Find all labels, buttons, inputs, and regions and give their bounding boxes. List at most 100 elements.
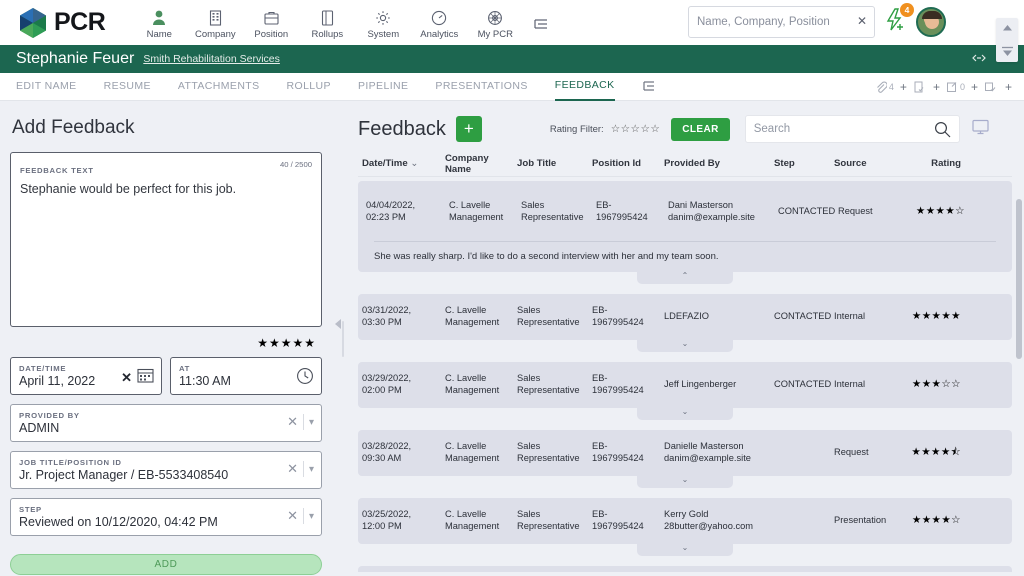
nav-item-analytics[interactable]: Analytics — [411, 5, 467, 40]
column-header-provided-by[interactable]: Provided By — [664, 158, 774, 169]
scroll-stepper-control[interactable] — [996, 18, 1018, 62]
expand-row-toggle[interactable]: ⌄ — [637, 340, 733, 352]
nav-label: Position — [254, 29, 289, 40]
briefcase-icon — [264, 8, 279, 27]
table-row[interactable]: 03/29/2022, 02:00 PM C. Lavelle Manageme… — [358, 362, 1012, 420]
nav-item-my-pcr[interactable]: My PCR — [467, 5, 523, 40]
hamburger-list-icon[interactable] — [523, 12, 559, 34]
collapse-row-toggle[interactable]: ⌃ — [637, 272, 733, 284]
feedback-row-expanded[interactable]: 04/04/2022, 02:23 PM C. Lavelle Manageme… — [358, 181, 1012, 272]
chevron-down-icon[interactable]: ⌄ — [682, 408, 689, 416]
table-row[interactable]: 03/31/2022, 03:30 PM C. Lavelle Manageme… — [358, 294, 1012, 352]
step-field[interactable]: STEP Reviewed on 10/12/2020, 04:42 PM ✕ … — [10, 498, 322, 536]
feedback-text-input[interactable]: FEEDBACK TEXT 40 / 2500 Stephanie would … — [10, 152, 322, 327]
primary-nav: Name Company Position Rollups System Ana… — [131, 5, 559, 40]
chevron-down-icon[interactable]: ▾ — [309, 417, 314, 428]
stepper-up-icon[interactable] — [1001, 24, 1014, 35]
clear-x-icon[interactable]: ✕ — [121, 370, 132, 386]
tab-attachments[interactable]: ATTACHMENTS — [178, 73, 260, 101]
attachment-counter[interactable]: 4 + — [875, 80, 907, 94]
job-title-position-field[interactable]: JOB TITLE/POSITION ID Jr. Project Manage… — [10, 451, 322, 489]
column-header-source[interactable]: Source — [834, 158, 899, 169]
expand-row-toggle[interactable]: ⌄ — [637, 544, 733, 556]
table-row[interactable]: 04/04/2022, 02:23 PM C. Lavelle Manageme… — [358, 181, 1012, 284]
table-row[interactable]: 03/25/2022, 12:00 PM C. Lavelle Manageme… — [358, 498, 1012, 556]
column-header-step[interactable]: Step — [774, 158, 834, 169]
nav-item-name[interactable]: Name — [131, 5, 187, 40]
panel-divider[interactable] — [332, 101, 354, 576]
chevron-down-icon[interactable]: ▾ — [309, 464, 314, 475]
clear-x-icon[interactable]: ✕ — [857, 14, 867, 28]
chevron-down-icon[interactable]: ⌄ — [682, 476, 689, 484]
tab-edit-name[interactable]: EDIT NAME — [16, 73, 77, 101]
feedback-search-input[interactable]: Search — [744, 115, 960, 143]
table-row[interactable]: 03/28/2022, 09:30 AM C. Lavelle Manageme… — [358, 430, 1012, 488]
nav-item-system[interactable]: System — [355, 5, 411, 40]
monitor-icon[interactable] — [972, 119, 989, 140]
time-field[interactable]: AT 11:30 AM — [170, 357, 322, 395]
provided-by-field[interactable]: PROVIDED BY ADMIN ✕ ▾ — [10, 404, 322, 442]
column-header-rating[interactable]: Rating — [899, 158, 961, 169]
tab-feedback[interactable]: FEEDBACK — [554, 73, 615, 101]
lightning-add-icon[interactable]: 4 — [884, 2, 914, 37]
column-header-datetime[interactable]: Date/Time ⌄ — [362, 158, 445, 169]
plus-icon[interactable]: + — [455, 116, 482, 142]
clear-filter-button[interactable]: CLEAR — [671, 117, 730, 141]
pcr-logo[interactable]: PCR — [18, 7, 106, 39]
chevron-down-icon[interactable]: ⌄ — [410, 158, 418, 169]
clear-x-icon[interactable]: ✕ — [287, 508, 298, 524]
add-feedback-button[interactable]: ADD — [10, 554, 322, 575]
add-edit-button[interactable]: + — [971, 80, 978, 94]
cell-datetime: 04/04/2022, 02:23 PM — [366, 200, 416, 222]
add-copy-button[interactable]: + — [1005, 80, 1012, 94]
vertical-scrollbar-thumb[interactable] — [1016, 199, 1022, 359]
rating-filter-stars[interactable]: ☆☆☆☆☆ — [611, 123, 661, 135]
chevron-down-icon[interactable]: ⌄ — [682, 340, 689, 348]
nav-label: Analytics — [420, 29, 459, 40]
tab-presentations[interactable]: PRESENTATIONS — [435, 73, 527, 101]
stepper-down-icon[interactable] — [1001, 46, 1014, 57]
tab-rollup[interactable]: ROLLUP — [287, 73, 331, 101]
paperclip-icon — [877, 81, 887, 93]
clock-icon[interactable] — [296, 367, 314, 390]
table-row[interactable]: 03/15/2022, 08:30 AM C. Lavelle Manageme… — [358, 566, 1012, 572]
tab-resume[interactable]: RESUME — [104, 73, 151, 101]
copy-counter[interactable]: + — [984, 80, 1012, 94]
add-attachment-button[interactable]: + — [900, 80, 907, 94]
column-header-company[interactable]: Company Name — [445, 153, 517, 175]
feedback-list-panel: Feedback + Rating Filter: ☆☆☆☆☆ CLEAR Se… — [354, 101, 1024, 576]
nav-item-position[interactable]: Position — [243, 5, 299, 40]
search-icon[interactable] — [934, 121, 951, 141]
calendar-icon[interactable] — [137, 367, 154, 388]
note-counter[interactable]: + — [913, 80, 940, 94]
filter-list-icon[interactable] — [642, 73, 656, 101]
add-feedback-panel: Add Feedback FEEDBACK TEXT 40 / 2500 Ste… — [0, 101, 332, 576]
expand-horizontal-icon[interactable] — [972, 50, 986, 68]
expand-row-toggle[interactable]: ⌄ — [637, 408, 733, 420]
nav-item-company[interactable]: Company — [187, 5, 243, 40]
feedback-rating-selector[interactable]: ★★★★★ — [10, 336, 316, 350]
column-header-job-title[interactable]: Job Title — [517, 158, 592, 169]
cell-source: Presentation — [834, 515, 887, 526]
datetime-row: DATE/TIME April 11, 2022 ✕ AT 11:30 AM — [10, 357, 322, 395]
user-avatar[interactable] — [916, 7, 946, 37]
add-note-button[interactable]: + — [933, 80, 940, 94]
clear-x-icon[interactable]: ✕ — [287, 414, 298, 430]
chevron-down-icon[interactable]: ⌄ — [682, 544, 689, 552]
global-search-input[interactable]: Name, Company, Position ✕ — [688, 6, 875, 38]
nav-item-rollups[interactable]: Rollups — [299, 5, 355, 40]
chevron-up-icon[interactable]: ⌃ — [682, 272, 689, 280]
cell-datetime: 03/29/2022, 02:00 PM — [362, 373, 412, 395]
expand-row-toggle[interactable]: ⌄ — [637, 476, 733, 488]
tab-pipeline[interactable]: PIPELINE — [358, 73, 408, 101]
edit-counter[interactable]: 0 + — [946, 80, 978, 94]
feedback-rows-container[interactable]: 04/04/2022, 02:23 PM C. Lavelle Manageme… — [358, 177, 1012, 572]
chevron-down-icon[interactable]: ▾ — [309, 511, 314, 522]
clear-x-icon[interactable]: ✕ — [287, 461, 298, 477]
cell-source: Internal — [834, 379, 866, 390]
collapse-left-arrow-icon[interactable] — [335, 319, 341, 329]
column-header-position-id[interactable]: Position Id — [592, 158, 664, 169]
rating-stars[interactable]: ★★★★★ — [257, 336, 316, 350]
date-time-field[interactable]: DATE/TIME April 11, 2022 ✕ — [10, 357, 162, 395]
record-company-link[interactable]: Smith Rehabilitation Services — [143, 53, 280, 66]
